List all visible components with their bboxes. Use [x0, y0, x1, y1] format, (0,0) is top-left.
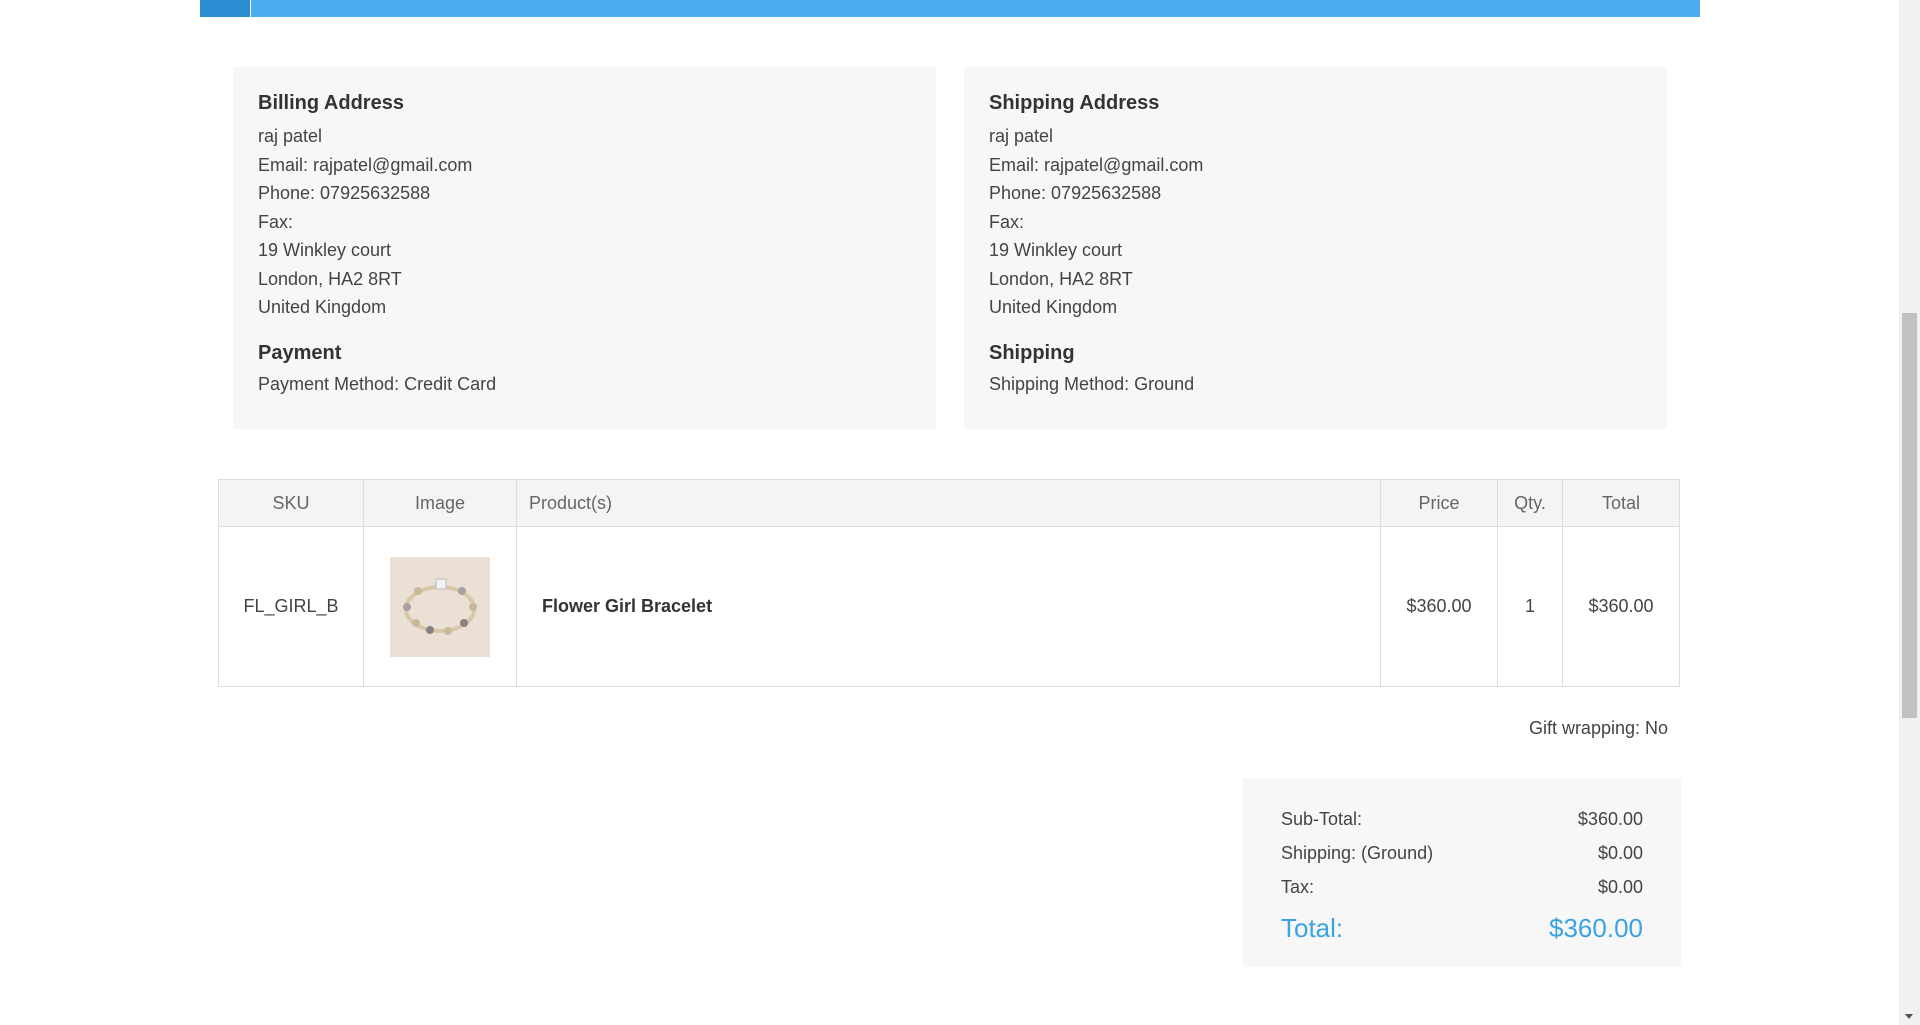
sku-header: SKU: [218, 479, 364, 527]
price-header: Price: [1380, 479, 1498, 527]
vertical-scrollbar[interactable]: [1899, 0, 1920, 1025]
billing-email: Email: rajpatel@gmail.com: [258, 154, 473, 175]
scroll-down-arrow-icon[interactable]: [1905, 1014, 1913, 1019]
billing-address-title: Billing Address: [258, 92, 404, 114]
products-header: Product(s): [516, 479, 1381, 527]
header-band: [200, 0, 1700, 17]
billing-street: 19 Winkley court: [258, 240, 392, 260]
image-header: Image: [363, 479, 517, 527]
gift-wrapping-status: Gift wrapping: No: [1528, 718, 1668, 738]
grand-total-value: $360.00: [1549, 913, 1643, 943]
billing-city: London, HA2 8RT: [258, 268, 402, 289]
subtotal-label: Sub-Total:: [1281, 809, 1363, 829]
billing-name: raj patel: [258, 126, 323, 146]
shipping-city: London, HA2 8RT: [989, 268, 1133, 289]
payment-title: Payment: [258, 341, 342, 364]
order-details-page: Billing Address raj patel Email: rajpate…: [0, 0, 1920, 1025]
subtotal-value: $360.00: [1577, 809, 1643, 829]
total-header: Total: [1562, 479, 1680, 527]
shipping-street: 19 Winkley court: [989, 240, 1123, 260]
order-totals-panel: Sub-Total: $360.00 Shipping: (Ground) $0…: [1243, 778, 1681, 967]
shipping-name: raj patel: [989, 126, 1054, 146]
shipping-cost-label: Shipping: (Ground): [1281, 843, 1434, 863]
row-sku: FL_GIRL_B: [218, 526, 364, 687]
shipping-method: Shipping Method: Ground: [989, 373, 1195, 394]
shipping-fax: Fax:: [989, 211, 1025, 232]
row-qty: 1: [1497, 526, 1563, 687]
row-total: $360.00: [1562, 526, 1680, 687]
shipping-country: United Kingdom: [989, 297, 1118, 317]
table-header-row: SKU Image Product(s) Price Qty. Total: [218, 479, 1680, 527]
billing-country: United Kingdom: [258, 297, 387, 317]
shipping-title: Shipping: [989, 341, 1075, 364]
shipping-email: Email: rajpatel@gmail.com: [989, 154, 1204, 175]
billing-fax: Fax:: [258, 211, 294, 232]
tax-label: Tax:: [1281, 877, 1315, 897]
shipping-phone: Phone: 07925632588: [989, 183, 1162, 203]
shipping-cost-row: Shipping: (Ground) $0.00: [1281, 836, 1643, 870]
billing-panel: Billing Address raj patel Email: rajpate…: [233, 67, 936, 429]
shipping-cost-value: $0.00: [1597, 843, 1643, 863]
shipping-address-title: Shipping Address: [989, 92, 1160, 114]
bracelet-thumbnail-icon[interactable]: [390, 556, 490, 657]
subtotal-row: Sub-Total: $360.00: [1281, 802, 1643, 836]
grand-total-label: Total:: [1281, 913, 1344, 943]
billing-phone: Phone: 07925632588: [258, 183, 431, 203]
header-tab[interactable]: [200, 0, 251, 17]
row-product-name[interactable]: Flower Girl Bracelet: [516, 526, 1381, 687]
qty-header: Qty.: [1497, 479, 1563, 527]
scrollbar-thumb[interactable]: [1902, 313, 1917, 718]
payment-method: Payment Method: Credit Card: [258, 373, 497, 394]
products-table: SKU Image Product(s) Price Qty. Total FL…: [218, 479, 1680, 687]
tax-value: $0.00: [1597, 877, 1643, 897]
row-image-cell: [363, 526, 517, 687]
row-price: $360.00: [1380, 526, 1498, 687]
table-row: FL_GIRL_B Flower Girl Bracelet $360.00 1…: [218, 526, 1680, 687]
shipping-panel: Shipping Address raj patel Email: rajpat…: [964, 67, 1667, 429]
tax-row: Tax: $0.00: [1281, 870, 1643, 904]
grand-total-row: Total: $360.00: [1281, 908, 1643, 948]
